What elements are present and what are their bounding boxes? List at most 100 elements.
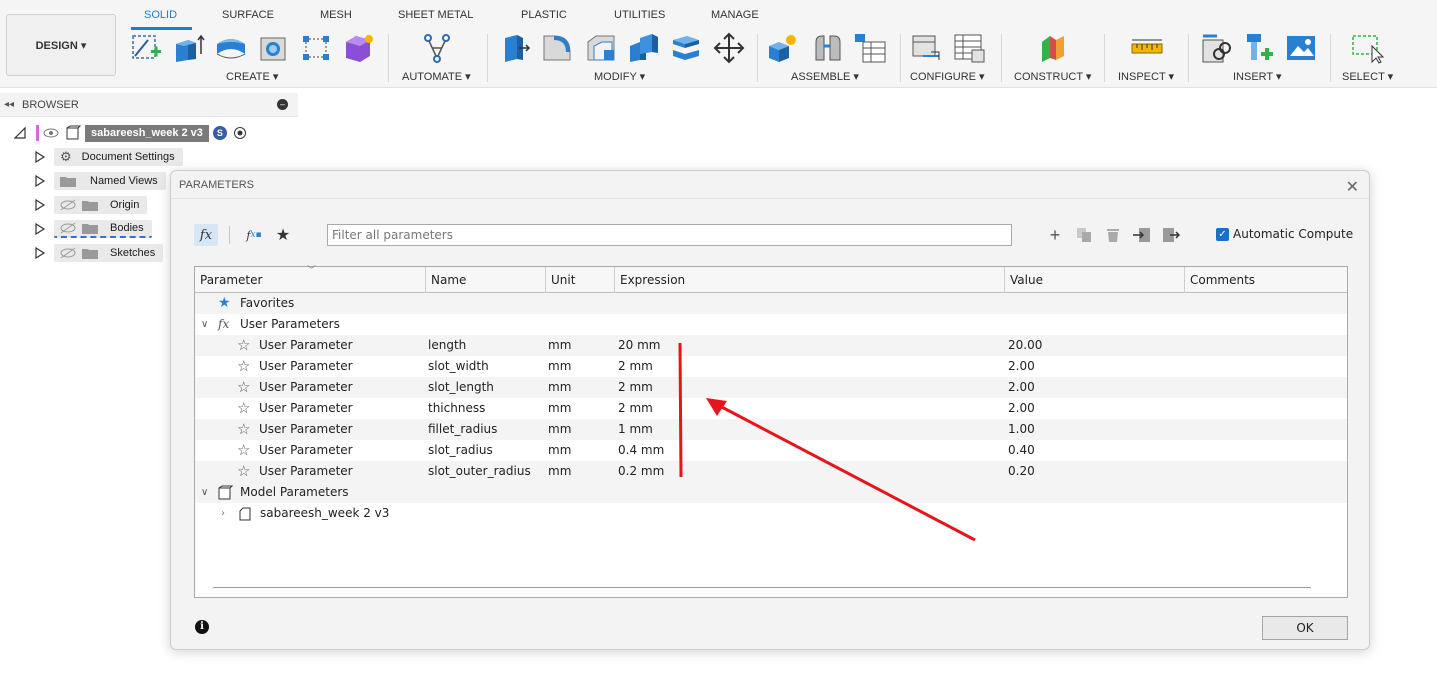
hidden-eye-icon[interactable]	[60, 247, 76, 259]
automate-icon[interactable]	[420, 32, 454, 64]
chevron-down-icon[interactable]: ∨	[201, 314, 208, 335]
hidden-eye-icon[interactable]	[60, 222, 76, 234]
favorite-star-outline-icon[interactable]: ☆	[237, 335, 250, 356]
combine-icon[interactable]	[669, 32, 703, 64]
construct-plane-icon[interactable]	[1036, 32, 1070, 64]
chamfer-icon[interactable]	[584, 32, 618, 64]
column-header-comments[interactable]: Comments	[1185, 267, 1349, 293]
favorite-star-outline-icon[interactable]: ☆	[237, 461, 250, 482]
insert-canvas-icon[interactable]	[1284, 32, 1318, 64]
table-row[interactable]: ☆ User Parameter slot_length mm 2 mm 2.00	[195, 377, 1347, 398]
filter-parameters-input[interactable]	[327, 224, 1012, 246]
chevron-right-icon[interactable]: ›	[221, 503, 225, 524]
close-icon[interactable]: ✕	[1346, 177, 1359, 197]
parameter-expression-cell[interactable]: 0.2 mm	[618, 461, 664, 482]
export-parameters-icon[interactable]	[1160, 224, 1182, 246]
design-workspace-button[interactable]: DESIGN ▾	[6, 14, 116, 76]
parameter-expression-cell[interactable]: 2 mm	[618, 398, 653, 419]
expand-triangle-icon[interactable]	[34, 247, 46, 259]
tab-mesh[interactable]: MESH	[320, 9, 352, 21]
tab-solid[interactable]: SOLID	[144, 9, 177, 21]
automate-menu[interactable]: AUTOMATE ▾	[402, 70, 471, 83]
revolve-icon[interactable]	[214, 32, 248, 64]
add-parameter-icon[interactable]: +	[1044, 224, 1066, 246]
column-header-name[interactable]: Name	[426, 267, 546, 293]
select-icon[interactable]	[1350, 32, 1385, 64]
configure-menu[interactable]: CONFIGURE ▾	[910, 70, 985, 83]
tab-utilities[interactable]: UTILITIES	[614, 9, 665, 21]
favorites-star-icon[interactable]: ★	[272, 224, 294, 246]
hole-icon[interactable]	[256, 32, 290, 64]
parameter-expression-cell[interactable]: 2 mm	[618, 356, 653, 377]
new-component-icon[interactable]	[767, 32, 801, 64]
column-header-parameter[interactable]: Parameter ﹀	[195, 266, 426, 293]
insert-mcmaster-icon[interactable]	[1243, 32, 1277, 64]
visibility-eye-icon[interactable]	[43, 127, 59, 139]
model-component-row[interactable]: › sabareesh_week 2 v3	[195, 503, 1347, 524]
insert-derive-icon[interactable]	[1199, 32, 1233, 64]
column-header-value[interactable]: Value	[1005, 267, 1185, 293]
table-row[interactable]: ☆ User Parameter thichness mm 2 mm 2.00	[195, 398, 1347, 419]
parameter-expression-cell[interactable]: 1 mm	[618, 419, 653, 440]
table-row[interactable]: ☆ User Parameter slot_outer_radius mm 0.2 mm…	[195, 461, 1347, 482]
copy-parameter-icon[interactable]	[1073, 224, 1095, 246]
joint-icon[interactable]	[810, 32, 844, 64]
expand-triangle-icon[interactable]	[34, 151, 46, 163]
pattern-icon[interactable]	[299, 32, 333, 64]
form-icon[interactable]	[342, 32, 376, 64]
collapse-browser-icon[interactable]: ◂◂	[4, 99, 22, 110]
model-parameters-group-row[interactable]: ∨ Model Parameters	[195, 482, 1347, 503]
ok-button[interactable]: OK	[1262, 616, 1348, 640]
delete-parameter-icon[interactable]	[1102, 224, 1124, 246]
table-row[interactable]: ☆ User Parameter slot_radius mm 0.4 mm 0.40	[195, 440, 1347, 461]
info-icon[interactable]: i	[195, 620, 209, 634]
parameter-expression-cell[interactable]: 0.4 mm	[618, 440, 664, 461]
horizontal-scrollbar[interactable]	[213, 587, 1311, 588]
browser-root-row[interactable]: sabareesh_week 2 v3 S	[14, 122, 247, 144]
move-icon[interactable]	[712, 32, 746, 64]
expand-triangle-icon[interactable]	[34, 175, 46, 187]
configuration-table-icon[interactable]	[952, 32, 986, 64]
parameter-expression-cell[interactable]: 20 mm	[618, 335, 660, 356]
favorite-star-outline-icon[interactable]: ☆	[237, 356, 250, 377]
construct-menu[interactable]: CONSTRUCT ▾	[1014, 70, 1091, 83]
fx-user-parameters-icon[interactable]: f x▪	[243, 224, 265, 246]
assemble-menu[interactable]: ASSEMBLE ▾	[791, 70, 859, 83]
automatic-compute-toggle[interactable]: ✓ Automatic Compute	[1216, 227, 1353, 241]
fx-all-parameters-icon[interactable]: fx	[194, 224, 218, 246]
favorite-star-outline-icon[interactable]: ☆	[237, 377, 250, 398]
tab-plastic[interactable]: PLASTIC	[521, 9, 567, 21]
create-menu[interactable]: CREATE ▾	[226, 70, 278, 83]
column-header-expression[interactable]: Expression	[615, 267, 1005, 293]
favorite-star-outline-icon[interactable]: ☆	[237, 398, 250, 419]
table-row[interactable]: ☆ User Parameter slot_width mm 2 mm 2.00	[195, 356, 1347, 377]
press-pull-icon[interactable]	[497, 32, 531, 64]
activate-radio-icon[interactable]	[233, 126, 247, 140]
measure-icon[interactable]	[1130, 32, 1164, 64]
favorite-star-outline-icon[interactable]: ☆	[237, 419, 250, 440]
browser-item-bodies[interactable]: Bodies	[34, 218, 152, 240]
expand-triangle-icon[interactable]	[34, 199, 46, 211]
minimize-browser-icon[interactable]: –	[277, 99, 288, 110]
browser-item-sketches[interactable]: Sketches	[34, 242, 164, 264]
insert-menu[interactable]: INSERT ▾	[1233, 70, 1282, 83]
tab-manage[interactable]: MANAGE	[711, 9, 759, 21]
checkbox-checked-icon[interactable]: ✓	[1216, 227, 1229, 241]
shell-icon[interactable]	[626, 32, 660, 64]
collapse-triangle-icon[interactable]	[14, 127, 26, 139]
fillet-icon[interactable]	[540, 32, 574, 64]
configure-icon[interactable]	[909, 32, 943, 64]
user-parameters-group-row[interactable]: ∨ fx User Parameters	[195, 314, 1347, 335]
tab-sheet-metal[interactable]: SHEET METAL	[398, 9, 473, 21]
browser-item-document-settings[interactable]: ⚙ Document Settings	[34, 146, 183, 168]
chevron-down-icon[interactable]: ∨	[201, 482, 208, 503]
table-row[interactable]: ☆ User Parameter length mm 20 mm 20.00	[195, 335, 1347, 356]
parameter-expression-cell[interactable]: 2 mm	[618, 377, 653, 398]
favorites-row[interactable]: ★ Favorites	[195, 293, 1347, 314]
extrude-icon[interactable]	[172, 32, 206, 64]
favorite-star-outline-icon[interactable]: ☆	[237, 440, 250, 461]
column-header-unit[interactable]: Unit	[546, 267, 615, 293]
tab-surface[interactable]: SURFACE	[222, 9, 274, 21]
hidden-eye-icon[interactable]	[60, 199, 76, 211]
import-parameters-icon[interactable]	[1131, 224, 1153, 246]
